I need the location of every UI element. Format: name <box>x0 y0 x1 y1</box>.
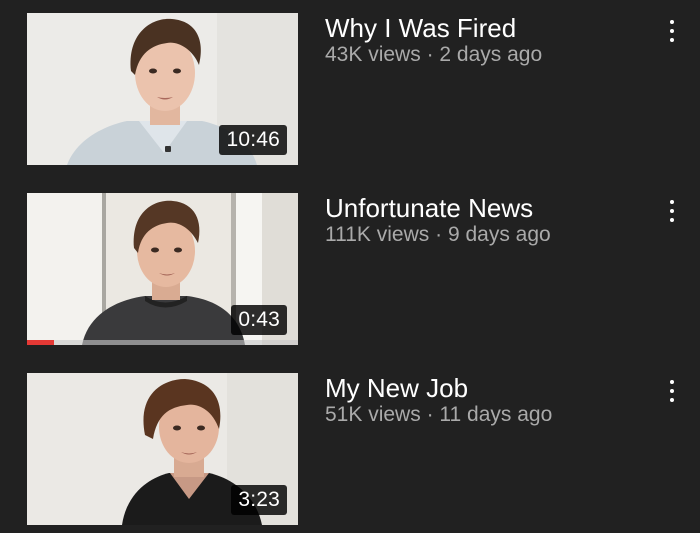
meta-separator: · <box>426 43 434 66</box>
video-title[interactable]: My New Job <box>325 373 468 403</box>
video-metadata: 51K views · 11 days ago <box>325 402 552 428</box>
video-metadata: 111K views · 9 days ago <box>325 222 551 248</box>
meta-separator: · <box>435 223 443 246</box>
more-vertical-icon <box>670 200 674 204</box>
video-item[interactable]: 10:46 Why I Was Fired 43K views · 2 days… <box>0 13 700 165</box>
view-count: 111K views <box>325 223 430 246</box>
view-count: 43K views <box>325 43 421 66</box>
upload-age: 11 days ago <box>439 403 553 426</box>
more-options-button[interactable] <box>656 375 688 407</box>
more-options-button[interactable] <box>656 195 688 227</box>
upload-age: 9 days ago <box>447 223 551 246</box>
video-thumbnail[interactable]: 10:46 <box>27 13 298 165</box>
more-options-button[interactable] <box>656 15 688 47</box>
more-vertical-icon <box>670 20 674 24</box>
watch-progress-fill <box>27 340 55 345</box>
video-item[interactable]: 3:23 My New Job 51K views · 11 days ago <box>0 373 700 525</box>
watch-progress-bar <box>27 340 298 345</box>
video-duration: 0:43 <box>231 305 287 335</box>
video-thumbnail[interactable]: 0:43 <box>27 193 298 345</box>
more-vertical-icon <box>670 380 674 384</box>
more-vertical-icon-dot <box>670 389 674 393</box>
upload-age: 2 days ago <box>439 43 543 66</box>
more-vertical-icon-dot <box>670 398 674 402</box>
video-title[interactable]: Unfortunate News <box>325 193 533 223</box>
more-vertical-icon-dot <box>670 29 674 33</box>
video-title[interactable]: Why I Was Fired <box>325 13 516 43</box>
view-count: 51K views <box>325 403 421 426</box>
video-duration: 10:46 <box>219 125 287 155</box>
video-metadata: 43K views · 2 days ago <box>325 42 542 68</box>
more-vertical-icon-dot <box>670 38 674 42</box>
video-item[interactable]: 0:43 Unfortunate News 111K views · 9 day… <box>0 193 700 345</box>
video-duration: 3:23 <box>231 485 287 515</box>
meta-separator: · <box>426 403 434 426</box>
more-vertical-icon-dot <box>670 218 674 222</box>
more-vertical-icon-dot <box>670 209 674 213</box>
video-thumbnail[interactable]: 3:23 <box>27 373 298 525</box>
